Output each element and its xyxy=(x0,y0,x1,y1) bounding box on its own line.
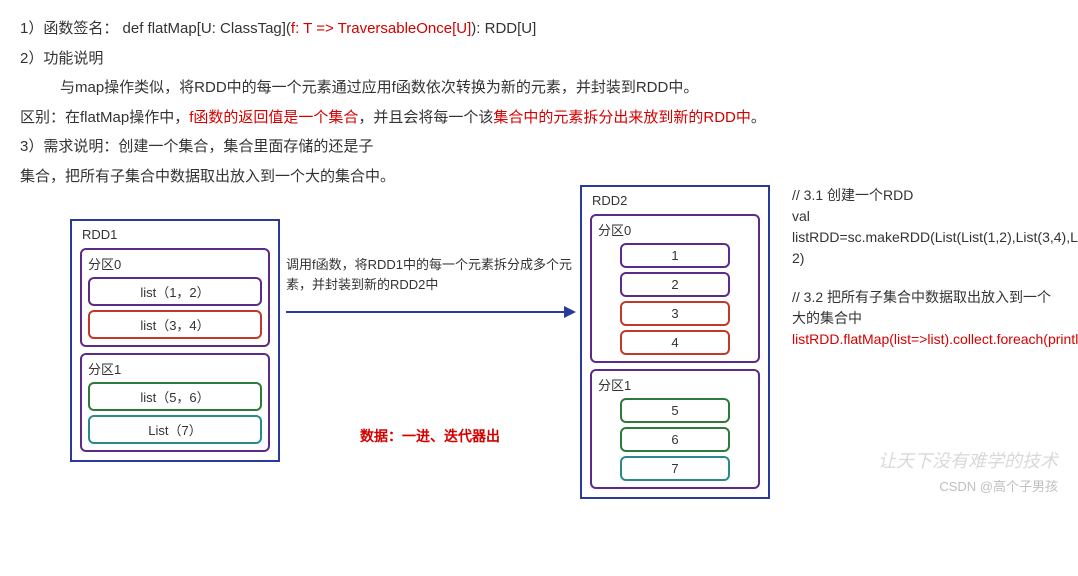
rdd1-partition1: 分区1 list（5，6） List（7） xyxy=(80,353,270,452)
code-comment-2: // 3.2 把所有子集合中数据取出放入到一个大的集合中 xyxy=(792,287,1052,329)
list-item: list（3，4） xyxy=(88,310,262,339)
rdd2-p1-label: 分区1 xyxy=(598,375,752,394)
code-make-rdd: listRDD=sc.makeRDD(List(List(1,2),List(3… xyxy=(792,227,1052,269)
list-item: 3 xyxy=(620,301,730,326)
signature-pre: def flatMap[U: ClassTag]( xyxy=(123,20,291,37)
desc-diff: 区别：在flatMap操作中，f函数的返回值是一个集合，并且会将每一个该集合中的… xyxy=(20,105,1058,131)
rdd2-p0-label: 分区0 xyxy=(598,220,752,239)
signature-label: 1）函数签名： xyxy=(20,20,118,37)
slogan: 数据：一进、迭代器出 xyxy=(286,426,574,446)
arrow-icon xyxy=(286,302,574,326)
code-comment-1: // 3.1 创建一个RDD xyxy=(792,185,1052,206)
signature-post: ): RDD[U] xyxy=(471,20,536,37)
code-column: // 3.1 创建一个RDD val listRDD=sc.makeRDD(Li… xyxy=(792,185,1052,368)
rdd2-partition1: 分区1 5 6 7 xyxy=(590,369,760,489)
list-item: 1 xyxy=(620,243,730,268)
rdd1-box: RDD1 分区0 list（1，2） list（3，4） 分区1 list（5，… xyxy=(70,219,280,462)
rdd1-partition0: 分区0 list（1，2） list（3，4） xyxy=(80,248,270,347)
list-item: 6 xyxy=(620,427,730,452)
mid-column: 调用f函数，将RDD1中的每一个元素拆分成多个元素，并封装到新的RDD2中 数据… xyxy=(280,185,580,446)
desc-label: 2）功能说明 xyxy=(20,46,1058,72)
list-item: 5 xyxy=(620,398,730,423)
signature-arg: f: T => TraversableOnce[U] xyxy=(291,20,471,37)
list-item: list（1，2） xyxy=(88,277,262,306)
desc-body: 与map操作类似，将RDD中的每一个元素通过应用f函数依次转换为新的元素，并封装… xyxy=(60,75,1058,101)
rdd2-partition0: 分区0 1 2 3 4 xyxy=(590,214,760,363)
mid-text: 调用f函数，将RDD1中的每一个元素拆分成多个元素，并封装到新的RDD2中 xyxy=(286,255,574,294)
list-item: 2 xyxy=(620,272,730,297)
code-flatmap: listRDD.flatMap(list=>list).collect.fore… xyxy=(792,329,1052,350)
diff-mid: ，并且会将每一个该 xyxy=(358,109,493,126)
diff-red2: 集合中的元素拆分出来放到新的RDD中 xyxy=(493,109,751,126)
rdd1-title: RDD1 xyxy=(82,227,270,242)
diff-red1: f函数的返回值是一个集合 xyxy=(189,109,358,126)
list-item: 4 xyxy=(620,330,730,355)
rdd1-p1-label: 分区1 xyxy=(88,359,262,378)
rdd2-box: RDD2 分区0 1 2 3 4 分区1 5 6 7 xyxy=(580,185,770,499)
list-item: 7 xyxy=(620,456,730,481)
diff-prefix: 区别：在flatMap操作中， xyxy=(20,109,189,126)
diff-end: 。 xyxy=(751,109,766,126)
list-item: list（5，6） xyxy=(88,382,262,411)
req-line1: 3）需求说明：创建一个集合，集合里面存储的还是子 xyxy=(20,134,1058,160)
rdd2-title: RDD2 xyxy=(592,193,760,208)
list-item: List（7） xyxy=(88,415,262,444)
rdd1-p0-label: 分区0 xyxy=(88,254,262,273)
signature-line: 1）函数签名： def flatMap[U: ClassTag](f: T =>… xyxy=(20,16,1058,42)
diagram-area: RDD1 分区0 list（1，2） list（3，4） 分区1 list（5，… xyxy=(20,185,1058,499)
code-val: val xyxy=(792,206,1052,227)
